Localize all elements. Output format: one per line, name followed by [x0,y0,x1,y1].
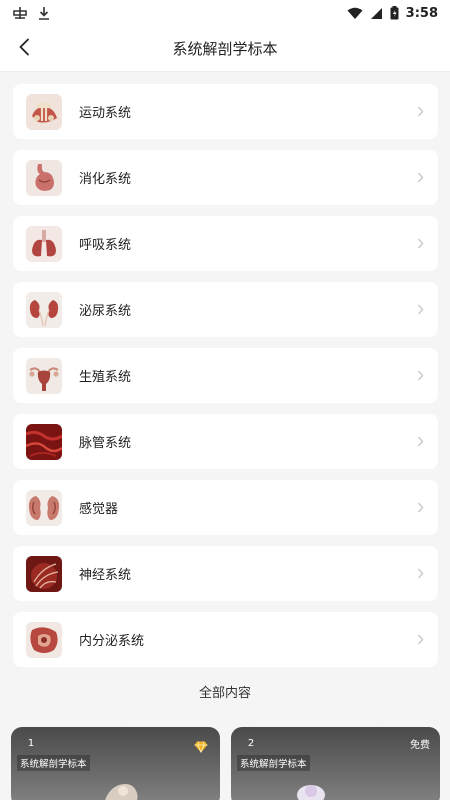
tile-number: 2 [247,737,255,749]
vessels-thumbnail [26,423,62,460]
system-item-label: 泌尿系统 [79,304,132,319]
system-item-nervous[interactable]: 神经系统 [13,546,438,601]
free-badge: 免费 [410,740,430,751]
status-left [12,6,50,20]
chevron-right-icon [414,238,426,250]
system-item-label: 呼吸系统 [79,238,132,253]
chevron-right-icon [414,436,426,448]
system-item-label: 运动系统 [79,106,132,121]
status-bar: 3:58 [0,0,450,26]
tile-caption: 系统解剖学标本 [17,755,90,771]
glands-thumbnail [26,621,62,658]
section-title-all-content: 全部内容 [198,686,251,701]
skeleton-thumbnail [26,93,62,130]
page-title: 系统解剖学标本 [172,40,278,58]
system-item-label: 内分泌系统 [79,634,145,649]
wifi-icon [347,7,363,20]
system-item-digestive[interactable]: 消化系统 [13,150,438,205]
system-item-label: 感觉器 [79,502,119,517]
chevron-right-icon [414,304,426,316]
system-item-label: 脉管系统 [79,436,132,451]
system-item-label: 生殖系统 [79,370,132,385]
ear-thumbnail [26,489,62,526]
app-notification-icon [12,6,28,20]
download-icon [38,6,50,20]
system-item-respiratory[interactable]: 呼吸系统 [13,216,438,271]
back-button[interactable] [8,33,40,65]
system-item-locomotor[interactable]: 运动系统 [13,84,438,139]
system-item-sensory[interactable]: 感觉器 [13,480,438,535]
status-time: 3:58 [405,5,438,21]
diamond-icon [194,738,208,757]
chevron-right-icon [414,634,426,646]
chevron-right-icon [414,370,426,382]
chevron-right-icon [414,106,426,118]
content-tile[interactable]: 2 免费 系统解剖学标本 [231,727,440,800]
app-header: 系统解剖学标本 [0,26,450,72]
system-item-reproductive[interactable]: 生殖系统 [13,348,438,403]
system-item-urinary[interactable]: 泌尿系统 [13,282,438,337]
lungs-thumbnail [26,225,62,262]
chevron-left-icon [18,38,30,60]
status-right: 3:58 [347,6,438,21]
signal-icon [370,7,383,20]
kidneys-thumbnail [26,291,62,328]
chevron-right-icon [414,172,426,184]
system-list: 运动系统 消化系统 呼吸系统 泌尿系统 生殖系统 脉管系统 感觉器 神经系统 内… [13,84,438,678]
content-tile[interactable]: 1 系统解剖学标本 [11,727,220,800]
stomach-thumbnail [26,159,62,196]
tile-caption: 系统解剖学标本 [237,755,310,771]
battery-icon [390,6,399,20]
uterus-thumbnail [26,357,62,394]
system-item-vascular[interactable]: 脉管系统 [13,414,438,469]
system-item-label: 神经系统 [79,568,132,583]
chevron-right-icon [414,502,426,514]
chevron-right-icon [414,568,426,580]
tile-number: 1 [27,737,35,749]
nerves-thumbnail [26,555,62,592]
system-item-endocrine[interactable]: 内分泌系统 [13,612,438,667]
system-item-label: 消化系统 [79,172,132,187]
